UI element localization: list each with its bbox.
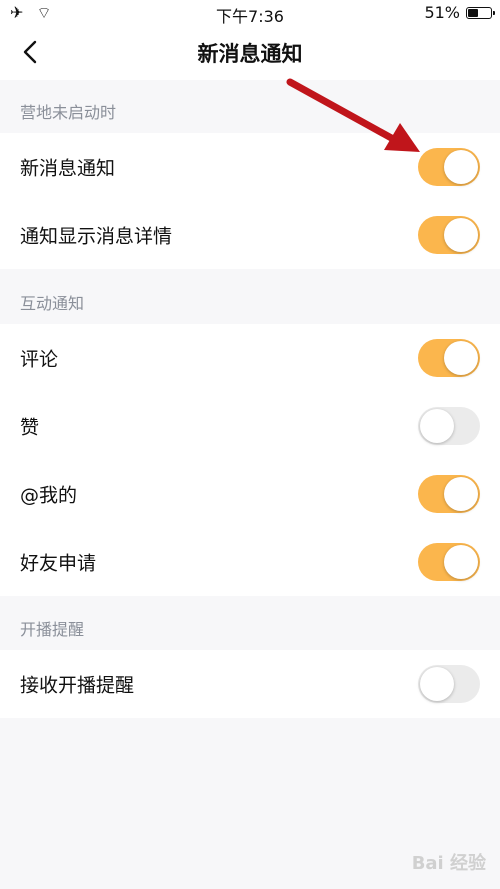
settings-group-live-reminder: 接收开播提醒 xyxy=(0,650,500,718)
watermark-logo: Bai 经验 xyxy=(411,853,486,874)
setting-label: 通知显示消息详情 xyxy=(20,225,173,248)
setting-row-friend-request: 好友申请 xyxy=(0,528,500,596)
like-toggle[interactable] xyxy=(418,407,480,445)
section-header-camp-inactive: 营地未启动时 xyxy=(20,103,117,122)
show-details-toggle[interactable] xyxy=(418,216,480,254)
mention-toggle[interactable] xyxy=(418,475,480,513)
battery-icon xyxy=(466,6,495,19)
toggle-knob xyxy=(444,150,478,184)
setting-label: 赞 xyxy=(20,416,40,439)
section-header-live-reminder: 开播提醒 xyxy=(20,620,85,639)
setting-row-like: 赞 xyxy=(0,392,500,460)
comment-toggle[interactable] xyxy=(418,339,480,377)
setting-label: 评论 xyxy=(20,348,59,371)
status-bar: ✈ ⌔ 下午7:36 51% xyxy=(0,0,500,26)
toggle-knob xyxy=(444,477,478,511)
friend-request-toggle[interactable] xyxy=(418,543,480,581)
setting-label: 新消息通知 xyxy=(20,157,116,180)
battery-percent: 51% xyxy=(424,3,460,22)
settings-group-camp-inactive: 新消息通知 通知显示消息详情 xyxy=(0,133,500,269)
setting-label: 好友申请 xyxy=(20,552,97,575)
new-message-toggle[interactable] xyxy=(418,148,480,186)
toggle-knob xyxy=(444,545,478,579)
setting-label: 接收开播提醒 xyxy=(20,674,135,697)
setting-row-comment: 评论 xyxy=(0,324,500,392)
setting-label: @我的 xyxy=(20,484,78,507)
page-title: 新消息通知 xyxy=(197,42,303,66)
battery-status: 51% xyxy=(424,3,495,22)
toggle-knob xyxy=(420,409,454,443)
setting-row-live-reminder: 接收开播提醒 xyxy=(0,650,500,718)
toggle-knob xyxy=(444,218,478,252)
toggle-knob xyxy=(420,667,454,701)
section-header-interaction: 互动通知 xyxy=(20,294,85,313)
battery-fill xyxy=(468,8,479,17)
settings-group-interaction: 评论 赞 @我的 好友申请 xyxy=(0,324,500,596)
live-reminder-toggle[interactable] xyxy=(418,665,480,703)
setting-row-show-details: 通知显示消息详情 xyxy=(0,201,500,269)
setting-row-new-message: 新消息通知 xyxy=(0,133,500,201)
toggle-knob xyxy=(444,341,478,375)
setting-row-mention: @我的 xyxy=(0,460,500,528)
navigation-bar: 新消息通知 xyxy=(0,26,500,80)
